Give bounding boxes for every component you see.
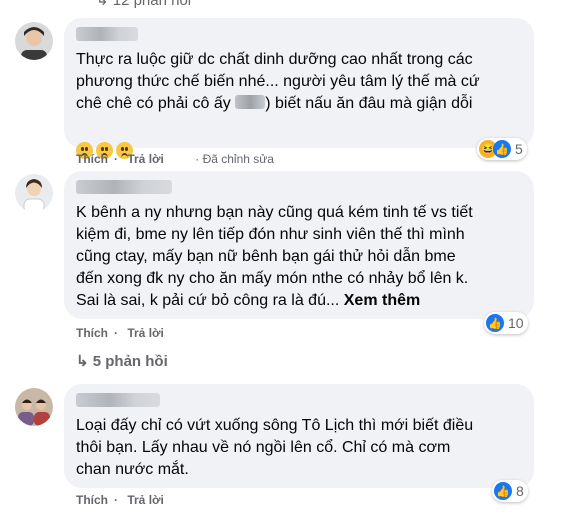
like-button[interactable]: Thích bbox=[76, 326, 108, 340]
blurred-word bbox=[235, 95, 266, 109]
commenter-name[interactable] bbox=[76, 393, 160, 407]
commenter-name[interactable] bbox=[76, 27, 138, 41]
avatar[interactable] bbox=[15, 22, 53, 60]
like-button[interactable]: Thích bbox=[76, 152, 108, 166]
see-more-link[interactable]: Xem thêm bbox=[344, 292, 420, 309]
comment-actions: Thích · Trả lời bbox=[76, 326, 170, 340]
avatar[interactable] bbox=[15, 174, 53, 212]
like-reaction-icon: 👍 bbox=[494, 482, 512, 500]
like-reaction-icon: 👍 bbox=[486, 314, 504, 332]
reaction-summary[interactable]: 😆 👍 5 bbox=[477, 138, 527, 160]
avatar[interactable] bbox=[15, 388, 53, 426]
reply-button[interactable]: Trả lời bbox=[127, 326, 164, 340]
comment-actions: Thích · Trả lời bbox=[76, 493, 170, 507]
comment-text: K bênh a ny nhưng bạn này cũng quá kém t… bbox=[76, 204, 473, 309]
like-button[interactable]: Thích bbox=[76, 493, 108, 507]
edited-label: · Đã chỉnh sửa bbox=[195, 152, 274, 166]
separator: · bbox=[114, 493, 118, 507]
reply-button[interactable]: Trả lời bbox=[127, 493, 164, 507]
reply-button[interactable]: Trả lời bbox=[127, 152, 164, 166]
commenter-name[interactable] bbox=[76, 180, 172, 194]
comment-bubble: Loại đấy chỉ có vứt xuống sông Tô Lịch t… bbox=[64, 384, 534, 488]
replies-link-top[interactable]: ↳ 12 phản hồi bbox=[96, 0, 191, 9]
separator: · bbox=[114, 326, 118, 340]
separator: · bbox=[114, 152, 118, 166]
comment-bubble: K bênh a ny nhưng bạn này cũng quá kém t… bbox=[64, 171, 534, 319]
like-reaction-icon: 👍 bbox=[493, 140, 511, 158]
reaction-summary[interactable]: 👍 8 bbox=[492, 480, 528, 502]
comment-text: Loại đấy chỉ có vứt xuống sông Tô Lịch t… bbox=[76, 417, 474, 478]
reaction-summary[interactable]: 👍 10 bbox=[484, 312, 528, 334]
comment-actions: Thích · Trả lời · Đã chỉnh sửa bbox=[76, 152, 280, 166]
comment-bubble: Thực ra luộc giữ dc chất dinh dưỡng cao … bbox=[64, 18, 534, 159]
replies-link[interactable]: ↳ 5 phản hồi bbox=[76, 352, 168, 370]
